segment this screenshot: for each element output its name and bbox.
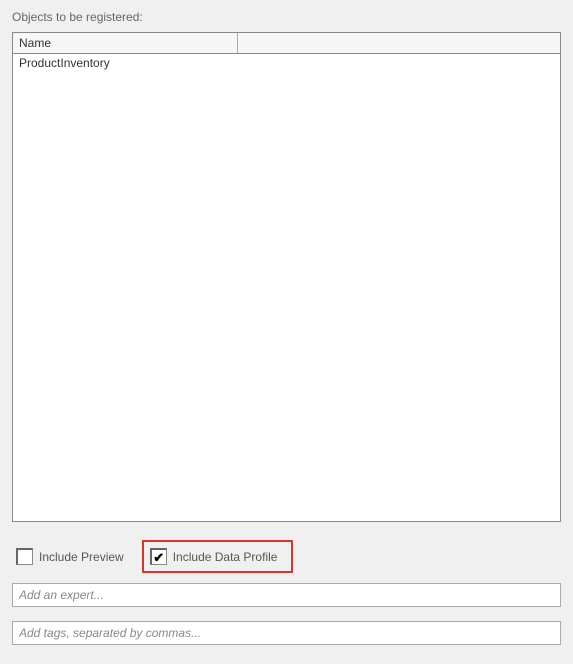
objects-table: Name ProductInventory xyxy=(12,32,561,522)
column-header-name[interactable]: Name xyxy=(13,33,238,53)
include-data-profile-label[interactable]: Include Data Profile xyxy=(173,550,278,564)
include-preview-label[interactable]: Include Preview xyxy=(39,550,124,564)
column-header-empty xyxy=(238,33,560,53)
table-cell-name: ProductInventory xyxy=(13,54,238,72)
options-row: Include Preview ✔ Include Data Profile xyxy=(12,540,561,573)
include-preview-checkbox[interactable] xyxy=(16,548,33,565)
checkmark-icon: ✔ xyxy=(153,551,164,564)
table-row[interactable]: ProductInventory xyxy=(13,54,560,72)
add-expert-input[interactable] xyxy=(12,583,561,607)
include-data-profile-group: ✔ Include Data Profile xyxy=(142,540,294,573)
include-data-profile-checkbox[interactable]: ✔ xyxy=(150,548,167,565)
table-body: ProductInventory xyxy=(13,54,560,72)
table-header: Name xyxy=(13,33,560,54)
include-preview-group: Include Preview xyxy=(12,544,132,569)
add-tags-input[interactable] xyxy=(12,621,561,645)
objects-section-label: Objects to be registered: xyxy=(12,10,561,24)
